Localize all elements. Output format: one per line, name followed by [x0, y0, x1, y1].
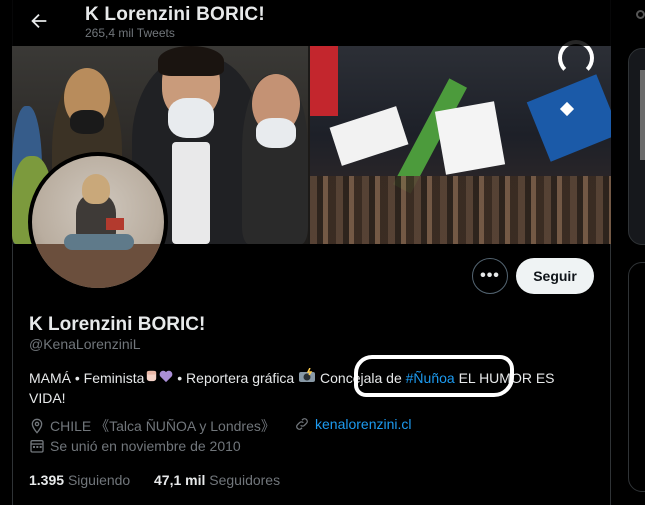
window-edge-left — [0, 0, 12, 505]
followers-link[interactable]: 47,1 mil Seguidores — [154, 472, 280, 488]
profile-handle: @KenaLorenziniL — [29, 336, 141, 352]
profile-name: K Lorenzini BORIC! — [29, 314, 206, 335]
location-pin-icon — [31, 418, 43, 434]
sidebar-panel — [628, 262, 645, 492]
purple-heart-emoji — [159, 370, 173, 386]
profile-website[interactable]: kenalorenzini.cl — [294, 416, 412, 432]
back-button[interactable] — [28, 10, 50, 32]
arrow-left-icon — [31, 13, 47, 29]
header-title: K Lorenzini BORIC! — [85, 4, 265, 25]
profile-location: CHILE 《Talca ÑUÑOA y Londres》 — [29, 416, 275, 436]
link-icon — [296, 418, 308, 430]
banner-crowd — [310, 176, 611, 244]
following-link[interactable]: 1.395 Siguiendo — [29, 472, 130, 488]
follow-button[interactable]: Seguir — [516, 258, 594, 294]
sidebar-dot — [636, 10, 645, 19]
calendar-icon — [30, 440, 44, 453]
raised-fist-emoji — [144, 370, 159, 386]
avatar[interactable] — [28, 152, 168, 292]
sidebar-media-thumb — [640, 70, 645, 160]
more-options-icon: ••• — [480, 267, 500, 284]
profile-stats: 1.395 Siguiendo 47,1 mil Seguidores — [29, 472, 280, 488]
camera-flash-emoji — [298, 367, 316, 386]
more-options-button[interactable]: ••• — [472, 258, 508, 294]
highlight-annotation — [354, 355, 514, 397]
profile-joined: Se unió en noviembre de 2010 — [29, 438, 241, 454]
header-tweet-count: 265,4 mil Tweets — [85, 26, 175, 40]
